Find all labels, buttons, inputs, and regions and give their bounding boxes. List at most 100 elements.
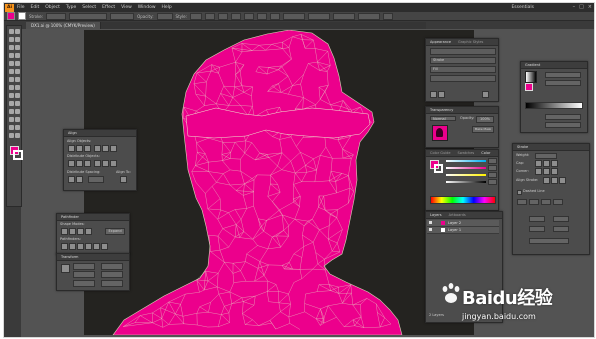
align-left-icon[interactable] bbox=[68, 145, 75, 152]
minus-back-icon[interactable] bbox=[101, 243, 108, 250]
layer-row[interactable]: Layer 1 bbox=[427, 227, 499, 234]
black-slider[interactable] bbox=[446, 181, 486, 183]
close-icon[interactable]: × bbox=[588, 4, 592, 10]
transform-y-field[interactable] bbox=[307, 12, 330, 20]
hand-tool-icon[interactable] bbox=[8, 133, 14, 138]
path-row[interactable] bbox=[430, 48, 496, 55]
minimize-icon[interactable]: – bbox=[573, 4, 576, 10]
gradient-angle-field[interactable] bbox=[545, 80, 581, 86]
tab-stroke[interactable]: Stroke bbox=[515, 145, 530, 149]
align-inside-icon[interactable] bbox=[551, 177, 558, 184]
tab-transparency[interactable]: Transparency bbox=[428, 108, 455, 112]
free-transform-tool-icon[interactable] bbox=[14, 85, 20, 90]
bevel-join-icon[interactable] bbox=[551, 168, 558, 175]
document-tab[interactable]: DX1.ai @ 100% (CMYK/Preview) bbox=[26, 22, 101, 29]
stroke-weight-field[interactable] bbox=[46, 12, 67, 20]
menu-help[interactable]: Help bbox=[162, 5, 172, 10]
outline-icon[interactable] bbox=[93, 243, 100, 250]
layer-name[interactable]: Layer 1 bbox=[448, 228, 461, 232]
artboard[interactable] bbox=[84, 30, 474, 335]
magic-wand-tool-icon[interactable] bbox=[8, 37, 14, 42]
gradient-fill-swatch[interactable] bbox=[525, 83, 533, 91]
y-field[interactable] bbox=[73, 271, 95, 278]
options-icon[interactable] bbox=[382, 12, 393, 20]
mesh-tool-icon[interactable] bbox=[8, 101, 14, 106]
profile-dropdown[interactable] bbox=[529, 238, 569, 244]
tab-color[interactable]: Color bbox=[479, 151, 492, 155]
delete-icon[interactable] bbox=[482, 91, 489, 98]
tab-gradient[interactable]: Gradient bbox=[523, 63, 542, 67]
column-graph-tool-icon[interactable] bbox=[14, 117, 20, 122]
gap-field[interactable] bbox=[529, 199, 539, 205]
color-stroke-swatch[interactable] bbox=[434, 164, 443, 173]
gradient-location-field[interactable] bbox=[545, 122, 581, 128]
blob-brush-tool-icon[interactable] bbox=[8, 69, 14, 74]
menu-effect[interactable]: Effect bbox=[102, 5, 115, 10]
align-icon[interactable] bbox=[256, 12, 267, 20]
horizontal-spacing-icon[interactable] bbox=[76, 176, 83, 183]
transform-x-field[interactable] bbox=[282, 12, 305, 20]
stroke-swatch-icon[interactable] bbox=[13, 150, 23, 160]
gradient-preview[interactable] bbox=[525, 71, 537, 83]
expand-button[interactable]: Expand bbox=[105, 228, 125, 235]
tab-color-guide[interactable]: Color Guide bbox=[428, 151, 453, 155]
yellow-field[interactable] bbox=[488, 172, 497, 178]
menu-edit[interactable]: Edit bbox=[31, 5, 40, 10]
distribute-right-icon[interactable] bbox=[110, 160, 117, 167]
minus-front-icon[interactable] bbox=[69, 228, 76, 235]
add-fill-icon[interactable] bbox=[438, 91, 445, 98]
reference-point-icon[interactable] bbox=[61, 264, 70, 273]
distribute-left-icon[interactable] bbox=[94, 160, 101, 167]
eye-icon[interactable] bbox=[429, 228, 432, 231]
paintbrush-tool-icon[interactable] bbox=[8, 61, 14, 66]
menu-view[interactable]: View bbox=[121, 5, 132, 10]
shape-builder-tool-icon[interactable] bbox=[8, 93, 14, 98]
trim-icon[interactable] bbox=[69, 243, 76, 250]
gradient-type-dropdown[interactable] bbox=[545, 72, 581, 78]
width-field[interactable] bbox=[101, 263, 123, 270]
type-tool-icon[interactable] bbox=[14, 45, 20, 50]
rectangle-tool-icon[interactable] bbox=[14, 53, 20, 58]
menu-object[interactable]: Object bbox=[45, 5, 60, 10]
width-tool-icon[interactable] bbox=[8, 85, 14, 90]
perspective-tool-icon[interactable] bbox=[14, 93, 20, 98]
round-join-icon[interactable] bbox=[543, 168, 550, 175]
layer-row[interactable]: Layer 2 bbox=[427, 220, 499, 227]
direct-selection-tool-icon[interactable] bbox=[14, 29, 20, 34]
intersect-icon[interactable] bbox=[77, 228, 84, 235]
align-center-icon[interactable] bbox=[543, 177, 550, 184]
eraser-tool-icon[interactable] bbox=[14, 69, 20, 74]
align-outside-icon[interactable] bbox=[559, 177, 566, 184]
layer-name[interactable]: Layer 2 bbox=[448, 221, 461, 225]
crop-icon[interactable] bbox=[85, 243, 92, 250]
polygon-portrait-artwork[interactable] bbox=[84, 30, 474, 335]
selection-tool-icon[interactable] bbox=[8, 29, 14, 34]
distribute-bottom-icon[interactable] bbox=[84, 160, 91, 167]
height-field[interactable] bbox=[101, 271, 123, 278]
variable-width-dropdown[interactable] bbox=[69, 12, 108, 20]
tab-layers[interactable]: Layers bbox=[428, 213, 444, 217]
cyan-field[interactable] bbox=[488, 158, 497, 164]
gap-field[interactable] bbox=[553, 199, 563, 205]
lasso-tool-icon[interactable] bbox=[14, 37, 20, 42]
tab-transform[interactable]: Transform bbox=[59, 255, 80, 259]
opacity-row[interactable] bbox=[430, 75, 496, 82]
stroke-color-swatch[interactable] bbox=[18, 12, 26, 20]
eye-icon[interactable] bbox=[429, 221, 432, 224]
align-icon[interactable] bbox=[230, 12, 241, 20]
tab-swatches[interactable]: Swatches bbox=[456, 151, 477, 155]
eyedropper-tool-icon[interactable] bbox=[8, 109, 14, 114]
spacing-field[interactable] bbox=[88, 176, 104, 183]
align-icon[interactable] bbox=[243, 12, 254, 20]
stroke-row[interactable]: Stroke bbox=[430, 57, 496, 64]
tab-artboards[interactable]: Artboards bbox=[447, 213, 468, 217]
tab-align[interactable]: Align bbox=[66, 131, 79, 135]
align-hcenter-icon[interactable] bbox=[76, 145, 83, 152]
pen-tool-icon[interactable] bbox=[8, 45, 14, 50]
zoom-tool-icon[interactable] bbox=[14, 133, 20, 138]
line-tool-icon[interactable] bbox=[8, 53, 14, 58]
projecting-cap-icon[interactable] bbox=[551, 160, 558, 167]
align-right-icon[interactable] bbox=[84, 145, 91, 152]
cyan-slider[interactable] bbox=[446, 160, 486, 162]
stroke-weight-field[interactable] bbox=[535, 153, 557, 159]
